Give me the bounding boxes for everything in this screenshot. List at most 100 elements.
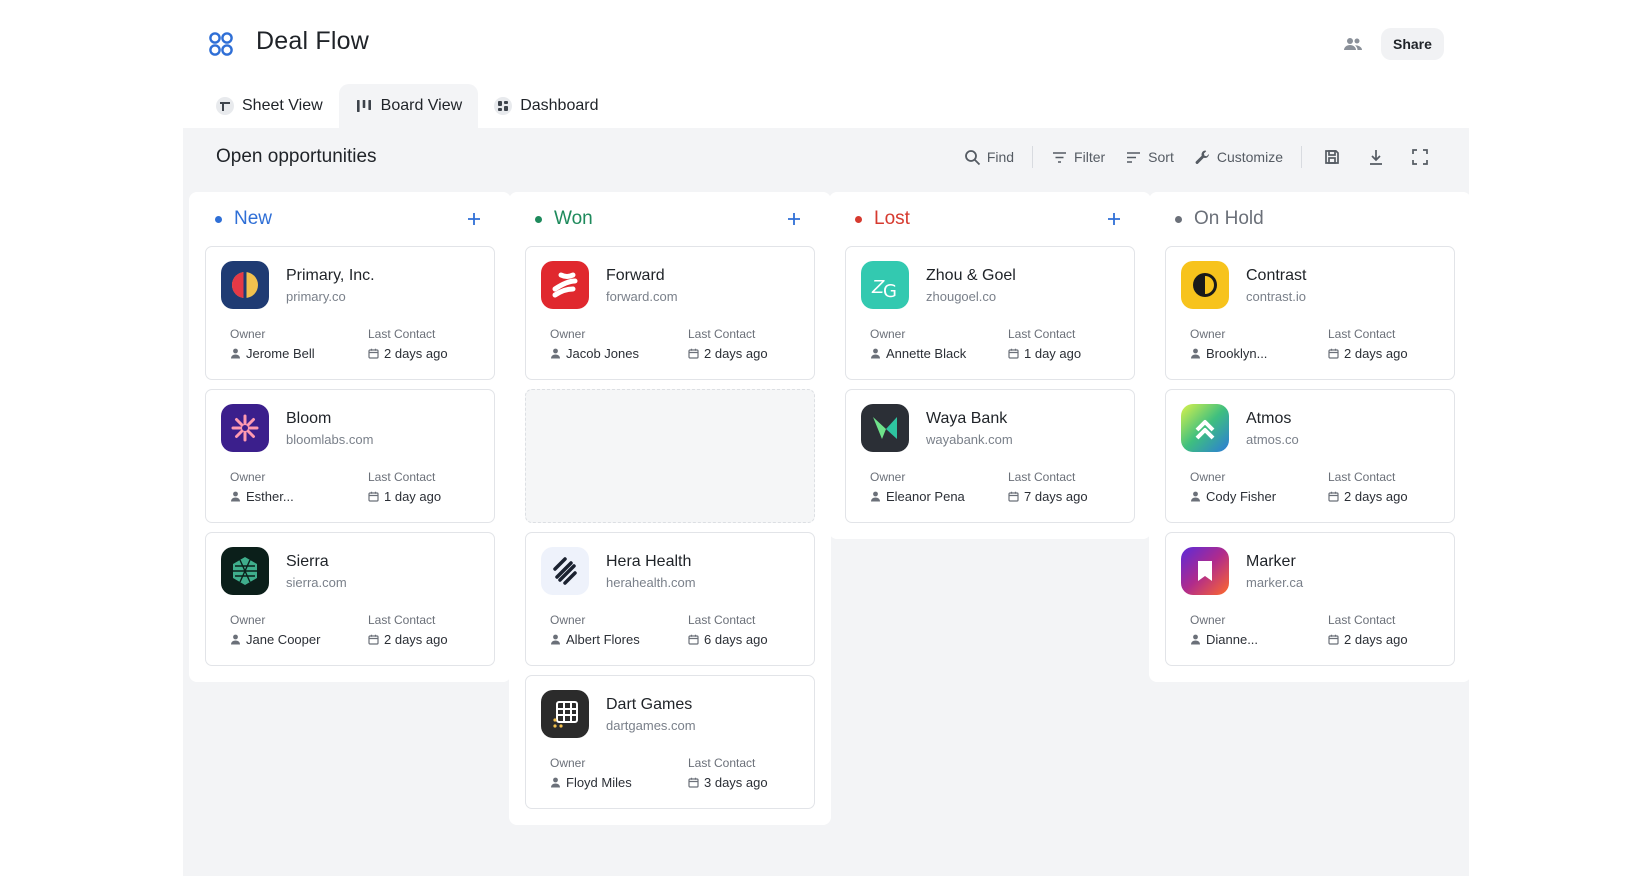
person-icon	[231, 634, 240, 645]
filter-button[interactable]: Filter	[1041, 142, 1115, 172]
column-title: Won	[554, 208, 593, 229]
calendar-icon	[368, 348, 379, 359]
person-icon	[871, 348, 880, 359]
company-domain: contrast.io	[1246, 289, 1306, 304]
deal-card[interactable]: Forward forward.com Owner Last Contact J…	[525, 246, 815, 380]
deal-card[interactable]: Waya Bank wayabank.com Owner Last Contac…	[845, 389, 1135, 523]
deal-card[interactable]: Marker marker.ca Owner Last Contact Dian…	[1165, 532, 1455, 666]
last-contact-text: 7 days ago	[1024, 489, 1088, 504]
last-contact-label: Last Contact	[1328, 613, 1396, 627]
search-icon	[964, 149, 980, 165]
owner-name: Jerome Bell	[246, 346, 315, 361]
deal-card[interactable]: ZG Zhou & Goel zhougoel.co Owner Last Co…	[845, 246, 1135, 380]
calendar-icon	[688, 348, 699, 359]
wrench-icon	[1195, 150, 1209, 164]
view-tabs: Sheet View Board View Dashboard	[200, 84, 614, 128]
status-dot	[1175, 215, 1182, 223]
svg-text:G: G	[883, 281, 897, 302]
last-contact-text: 3 days ago	[704, 775, 768, 790]
deal-card[interactable]: Hera Health herahealth.com Owner Last Co…	[525, 532, 815, 666]
save-button[interactable]	[1310, 142, 1354, 172]
atmos-logo-icon	[1181, 404, 1229, 452]
deal-card[interactable]: Dart Games dartgames.com Owner Last Cont…	[525, 675, 815, 809]
calendar-icon	[1328, 634, 1339, 645]
forward-logo-icon	[541, 261, 589, 309]
find-button[interactable]: Find	[954, 142, 1024, 172]
owner-value: Annette Black	[870, 346, 966, 361]
owner-name: Esther...	[246, 489, 294, 504]
last-contact-label: Last Contact	[368, 470, 436, 484]
download-button[interactable]	[1354, 142, 1398, 172]
owner-value: Brooklyn...	[1190, 346, 1267, 361]
save-icon	[1325, 150, 1339, 164]
status-dot	[855, 215, 862, 223]
drop-placeholder[interactable]	[525, 389, 815, 523]
last-contact-value: 7 days ago	[1008, 489, 1088, 504]
tab-dashboard[interactable]: Dashboard	[478, 84, 614, 128]
owner-name: Brooklyn...	[1206, 346, 1268, 361]
app-title: Deal Flow	[256, 27, 369, 55]
last-contact-value: 2 days ago	[368, 632, 448, 647]
tab-board-view[interactable]: Board View	[338, 84, 479, 128]
column-title: On Hold	[1194, 208, 1264, 229]
tab-sheet-view[interactable]: Sheet View	[200, 84, 339, 128]
last-contact-label: Last Contact	[1008, 327, 1076, 341]
sort-button[interactable]: Sort	[1115, 142, 1184, 172]
owner-name: Dianne...	[1206, 632, 1259, 647]
deal-card[interactable]: Contrast contrast.io Owner Last Contact …	[1165, 246, 1455, 380]
deal-card[interactable]: Sierra sierra.com Owner Last Contact Jan…	[205, 532, 495, 666]
people-icon[interactable]	[1343, 36, 1363, 52]
company-domain: forward.com	[606, 289, 678, 304]
marker-logo-icon	[1181, 547, 1229, 595]
owner-name: Albert Flores	[566, 632, 640, 647]
last-contact-label: Last Contact	[688, 327, 756, 341]
column-header: On Hold	[1165, 192, 1455, 246]
sierra-logo-icon	[221, 547, 269, 595]
last-contact-value: 2 days ago	[368, 346, 448, 361]
board-column-on-hold: On Hold Contrast contrast.io Owner Last …	[1149, 192, 1469, 682]
filter-icon	[1053, 151, 1067, 163]
fullscreen-button[interactable]	[1398, 142, 1442, 172]
person-icon	[551, 777, 560, 788]
column-header: Lost	[845, 192, 1135, 246]
owner-label: Owner	[230, 470, 266, 484]
deal-card[interactable]: Bloom bloomlabs.com Owner Last Contact E…	[205, 389, 495, 523]
add-card-button[interactable]	[463, 208, 485, 230]
person-icon	[551, 634, 560, 645]
owner-value: Esther...	[230, 489, 294, 504]
last-contact-value: 2 days ago	[1328, 346, 1408, 361]
deal-card[interactable]: Atmos atmos.co Owner Last Contact Cody F…	[1165, 389, 1455, 523]
deal-card[interactable]: Primary, Inc. primary.co Owner Last Cont…	[205, 246, 495, 380]
owner-name: Cody Fisher	[1206, 489, 1277, 504]
owner-name: Jacob Jones	[566, 346, 639, 361]
add-card-button[interactable]	[783, 208, 805, 230]
last-contact-value: 1 day ago	[368, 489, 441, 504]
company-name: Waya Bank	[926, 410, 1008, 427]
owner-label: Owner	[550, 613, 586, 627]
owner-label: Owner	[1190, 327, 1226, 341]
company-domain: atmos.co	[1246, 432, 1299, 447]
company-domain: marker.ca	[1246, 575, 1304, 590]
last-contact-label: Last Contact	[368, 613, 436, 627]
last-contact-text: 2 days ago	[1344, 632, 1408, 647]
calendar-icon	[1328, 348, 1339, 359]
board-toolbar: Find Filter Sort Customize	[954, 142, 1442, 172]
calendar-icon	[368, 491, 379, 502]
customize-button[interactable]: Customize	[1184, 142, 1293, 172]
add-card-button[interactable]	[1103, 208, 1125, 230]
person-icon	[1191, 491, 1200, 502]
contrast-logo-icon	[1181, 261, 1229, 309]
toolbar-divider	[1032, 146, 1034, 168]
board-column-new: New Primary, Inc. primary.co Owner Last …	[189, 192, 511, 682]
person-icon	[231, 348, 240, 359]
last-contact-value: 3 days ago	[688, 775, 768, 790]
company-domain: primary.co	[286, 289, 346, 304]
share-button[interactable]: Share	[1381, 28, 1444, 60]
person-icon	[551, 348, 560, 359]
calendar-icon	[1008, 348, 1019, 359]
owner-value: Jerome Bell	[230, 346, 315, 361]
column-title: New	[234, 208, 273, 229]
company-domain: bloomlabs.com	[286, 432, 374, 447]
last-contact-label: Last Contact	[1008, 470, 1076, 484]
column-header: New	[205, 192, 495, 246]
